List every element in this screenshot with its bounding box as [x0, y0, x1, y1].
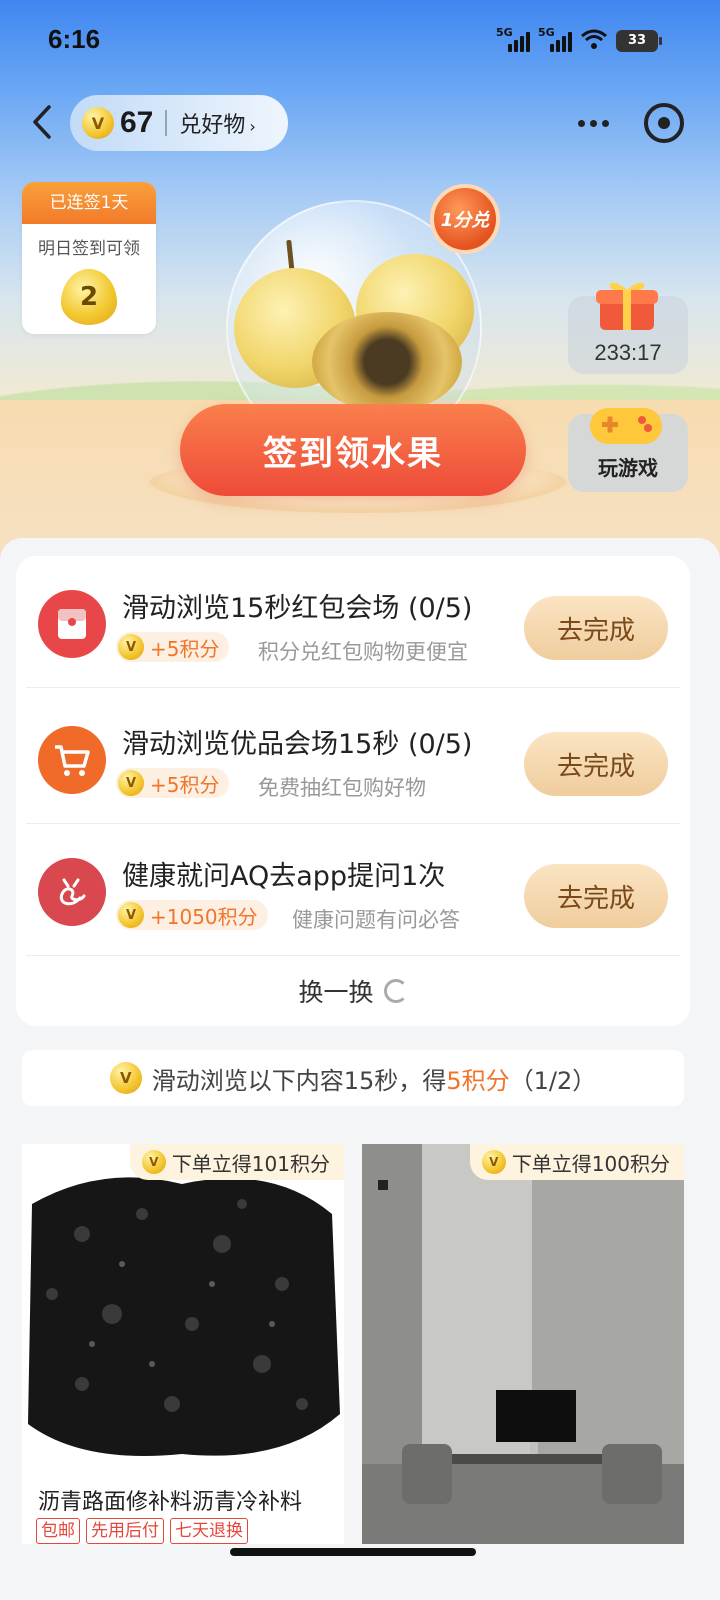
- badge-seven-day-return: 七天退换: [170, 1518, 248, 1544]
- battery-icon: 33: [616, 29, 662, 52]
- refresh-icon: [383, 979, 408, 1003]
- browse-text: 滑动浏览以下内容15秒，得: [151, 1066, 447, 1095]
- badge-free-shipping: 包邮: [36, 1518, 80, 1544]
- back-button[interactable]: [22, 100, 62, 144]
- task-title: 健康就问AQ去app提问1次: [122, 861, 446, 892]
- points-value: 67: [120, 106, 154, 139]
- coin-icon: V: [118, 634, 144, 660]
- network-type-1: 5G: [496, 25, 513, 39]
- task-complete-button[interactable]: 去完成: [524, 596, 668, 660]
- signal-icon: 5G: [496, 26, 530, 52]
- status-bar: 6:16 5G 5G 33: [0, 24, 720, 60]
- task-title: 滑动浏览15秒红包会场 (0/5): [122, 593, 473, 624]
- task-card: 滑动浏览15秒红包会场 (0/5) V +5积分 积分兑红包购物更便宜 去完成 滑…: [16, 556, 690, 1026]
- gamepad-icon: [590, 408, 662, 444]
- exchange-label: 兑好物: [179, 113, 246, 138]
- divider: [26, 687, 680, 688]
- task-reward-text: +5积分: [150, 636, 220, 661]
- streak-card[interactable]: 已连签1天 明日签到可领 2: [22, 182, 156, 334]
- task-description: 健康问题有问必答: [292, 908, 460, 932]
- network-type-2: 5G: [538, 25, 555, 39]
- cart-icon: [38, 726, 106, 794]
- gift-timer: 233:17: [594, 340, 662, 365]
- task-reward-text: +5积分: [150, 772, 220, 797]
- browse-points: 5积分: [446, 1066, 510, 1095]
- product-tag-text: 下单立得101积分: [171, 1151, 330, 1176]
- task-row: 滑动浏览优品会场15秒 (0/5) V +5积分 免费抽红包购好物 去完成: [16, 692, 690, 824]
- checkin-button[interactable]: 签到领水果: [180, 404, 526, 496]
- one-cent-badge: 1分兑: [430, 184, 500, 254]
- coin-icon: V: [141, 1150, 166, 1174]
- coin-icon: V: [118, 770, 144, 796]
- water-drop-icon: 2: [61, 269, 117, 325]
- task-reward: V +1050积分: [116, 900, 268, 930]
- coin-icon: V: [118, 902, 144, 928]
- task-reward: V +5积分: [116, 632, 230, 662]
- gift-box-icon: [596, 282, 658, 330]
- signal-icon-2: 5G: [538, 26, 572, 52]
- more-button[interactable]: [572, 106, 614, 140]
- target-icon: [658, 117, 670, 129]
- product-card[interactable]: V 下单立得101积分 沥青路面修补料沥青冷补料 包邮 先用后付 七天退换: [22, 1144, 344, 1544]
- streak-subtitle: 明日签到可领: [38, 239, 140, 259]
- wifi-icon: [580, 28, 608, 53]
- passion-fruit-half-image: [312, 312, 462, 412]
- task-row: 健康就问AQ去app提问1次 V +1050积分 健康问题有问必答 去完成: [16, 824, 690, 956]
- streak-reward: 2: [79, 282, 99, 312]
- exchange-link[interactable]: 兑好物 ›: [179, 107, 255, 139]
- task-description: 积分兑红包购物更便宜: [258, 640, 468, 664]
- product-card[interactable]: V 下单立得100积分: [362, 1144, 684, 1544]
- play-game-label: 玩游戏: [598, 456, 658, 480]
- refresh-label: 换一换: [298, 978, 374, 1007]
- chevron-left-icon: [33, 105, 51, 139]
- product-points-tag: V 下单立得101积分: [129, 1144, 344, 1180]
- product-points-tag: V 下单立得100积分: [469, 1144, 684, 1180]
- points-pill[interactable]: V 67 兑好物 ›: [70, 95, 288, 151]
- streak-title: 已连签1天: [22, 182, 156, 224]
- close-miniprogram-button[interactable]: [644, 103, 684, 143]
- red-envelope-icon: [38, 590, 106, 658]
- browse-banner: V 滑动浏览以下内容15秒，得5积分（1/2）: [22, 1050, 684, 1106]
- chevron-right-icon: ›: [249, 117, 256, 136]
- task-complete-button[interactable]: 去完成: [524, 864, 668, 928]
- status-icons: 5G 5G 33: [496, 26, 662, 53]
- product-badges: 包邮 先用后付 七天退换: [36, 1518, 248, 1544]
- badge-pay-later: 先用后付: [86, 1518, 164, 1544]
- coin-icon: V: [109, 1062, 142, 1094]
- task-title: 滑动浏览优品会场15秒 (0/5): [122, 729, 473, 760]
- product-title: 沥青路面修补料沥青冷补料: [38, 1490, 303, 1515]
- browse-progress: （1/2）: [509, 1066, 597, 1095]
- product-tag-text: 下单立得100积分: [511, 1151, 670, 1176]
- room-product-image: [362, 1144, 684, 1544]
- coin-icon: V: [481, 1150, 506, 1174]
- refresh-button[interactable]: 换一换: [16, 956, 690, 1026]
- task-reward-text: +1050积分: [150, 904, 258, 929]
- points-coin-icon: V: [82, 107, 114, 139]
- task-row: 滑动浏览15秒红包会场 (0/5) V +5积分 积分兑红包购物更便宜 去完成: [16, 556, 690, 688]
- task-description: 免费抽红包购好物: [258, 776, 426, 800]
- task-reward: V +5积分: [116, 768, 230, 798]
- status-time: 6:16: [48, 24, 101, 54]
- asphalt-product-image: [22, 1144, 344, 1474]
- health-app-icon: [38, 858, 106, 926]
- pill-divider: [165, 110, 168, 136]
- home-indicator[interactable]: [230, 1548, 476, 1556]
- task-complete-button[interactable]: 去完成: [524, 732, 668, 796]
